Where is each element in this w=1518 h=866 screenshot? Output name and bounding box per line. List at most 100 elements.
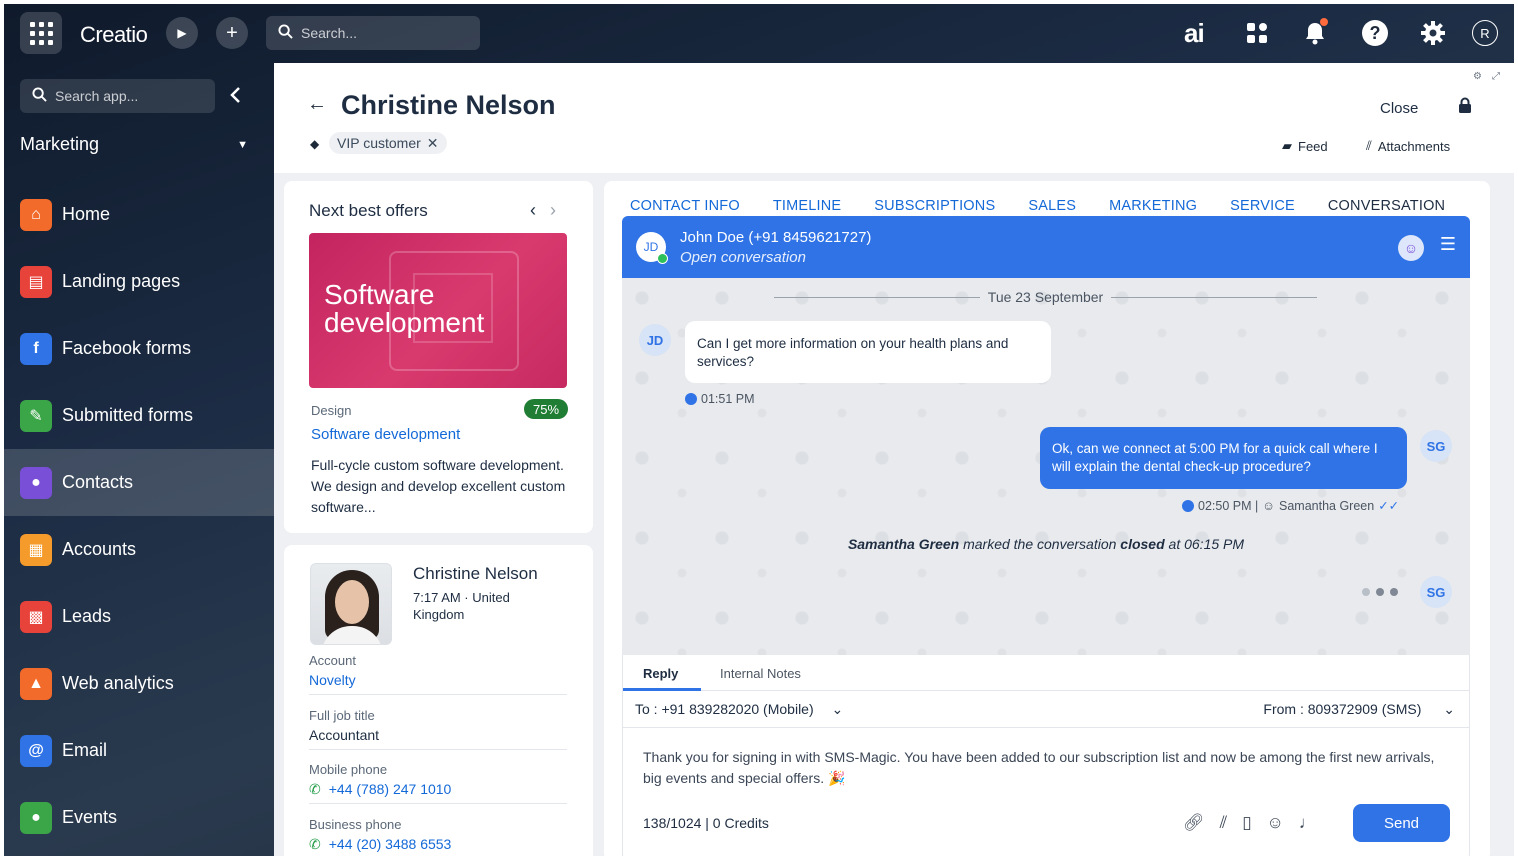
- next-best-offers-card: Next best offers ‹ › Software developmen…: [284, 181, 593, 533]
- sidebar-item-landing-pages[interactable]: ▤ Landing pages: [4, 248, 274, 315]
- link-icon[interactable]: 🔗︎: [1183, 813, 1205, 833]
- offer-link[interactable]: Software development: [311, 426, 460, 443]
- emoji-icon[interactable]: ☺: [1267, 813, 1284, 833]
- phone-number: +44 (20) 3488 6553: [328, 836, 452, 852]
- record-page: ← Christine Nelson ◆ VIP customer ✕ ⚙ ⤢ …: [274, 63, 1514, 856]
- tab-conversation[interactable]: CONVERSATION: [1328, 198, 1445, 214]
- sidebar-item-email[interactable]: @ Email: [4, 717, 274, 784]
- tag-chip[interactable]: VIP customer ✕: [329, 132, 447, 154]
- outgoing-message-meta: 02:50 PM | ☺ Samantha Green ✓✓: [1182, 498, 1399, 513]
- help-icon: ?: [1362, 20, 1388, 46]
- tab-subscriptions[interactable]: SUBSCRIPTIONS: [874, 198, 995, 214]
- help-button[interactable]: ?: [1362, 18, 1388, 48]
- field-label: Mobile phone: [309, 762, 388, 777]
- sidebar-item-contacts[interactable]: ● Contacts: [4, 449, 274, 516]
- apps-icon[interactable]: [1246, 18, 1268, 48]
- date-separator: Tue 23 September: [774, 289, 1318, 305]
- message-composer: Thank you for signing in with SMS-Magic.…: [622, 728, 1470, 856]
- app-search-input[interactable]: Search app...: [20, 79, 215, 113]
- sidebar-item-home[interactable]: ⌂ Home: [4, 181, 274, 248]
- feed-icon: ▰: [1282, 138, 1292, 153]
- business-phone-link[interactable]: ✆ +44 (20) 3488 6553: [309, 836, 567, 853]
- app-window: Creatio ▶ + Search... ai ? R Search app.…: [4, 4, 1514, 856]
- facebook-icon: f: [20, 332, 52, 365]
- user-profile-button[interactable]: R: [1472, 18, 1498, 48]
- add-button[interactable]: +: [216, 17, 248, 49]
- send-button[interactable]: Send: [1353, 804, 1450, 842]
- bot-icon[interactable]: ☺: [1398, 235, 1424, 261]
- date-label: Tue 23 September: [987, 289, 1104, 305]
- remove-tag-close-icon[interactable]: ✕: [427, 135, 439, 152]
- agent-avatar: SG: [1420, 430, 1452, 462]
- sidebar-item-label: Web analytics: [62, 673, 174, 693]
- attachments-button[interactable]: ⫽ Attachments: [1366, 138, 1450, 154]
- system-message: Samantha Green marked the conversation c…: [622, 536, 1470, 552]
- contact-photo[interactable]: [310, 563, 392, 645]
- lock-icon[interactable]: [1458, 97, 1472, 118]
- app-launcher-button[interactable]: [20, 12, 62, 54]
- tab-service[interactable]: SERVICE: [1230, 198, 1295, 214]
- grid-icon: [29, 21, 53, 45]
- expand-icon[interactable]: ⤢: [1492, 71, 1500, 82]
- sidebar-item-submitted-forms[interactable]: ✎ Submitted forms: [4, 382, 274, 449]
- double-check-icon: ✓✓: [1378, 499, 1400, 513]
- message-input[interactable]: Thank you for signing in with SMS-Magic.…: [643, 747, 1443, 789]
- from-sender-select[interactable]: From : 809372909 (SMS) ⌄: [1263, 701, 1455, 718]
- address-row: To : +91 839282020 (Mobile) ⌄ From : 809…: [622, 691, 1470, 728]
- paperclip-icon[interactable]: ⫽: [1220, 813, 1228, 833]
- tab-internal-notes[interactable]: Internal Notes: [720, 666, 801, 681]
- back-arrow-icon[interactable]: ←: [307, 93, 327, 116]
- sidebar-item-events[interactable]: ● Events: [4, 784, 274, 851]
- ai-assistant-button[interactable]: ai: [1184, 18, 1205, 48]
- reply-tabs: Reply Internal Notes: [622, 655, 1470, 691]
- tab-contact-info[interactable]: CONTACT INFO: [630, 198, 740, 214]
- global-search-input[interactable]: Search...: [266, 16, 480, 50]
- phone-icon: ✆: [309, 836, 321, 852]
- to-recipient-select[interactable]: To : +91 839282020 (Mobile) ⌄: [635, 701, 843, 718]
- sidebar-item-accounts[interactable]: ▦ Accounts: [4, 516, 274, 583]
- offers-title: Next best offers: [309, 201, 428, 220]
- microphone-icon[interactable]: ♩: [1299, 813, 1316, 833]
- tab-marketing[interactable]: MARKETING: [1109, 198, 1197, 214]
- notifications-bell-icon[interactable]: [1304, 18, 1328, 48]
- sidebar-item-label: Accounts: [62, 539, 137, 559]
- outgoing-message-bubble: Ok, can we connect at 5:00 PM for a quic…: [1040, 427, 1407, 489]
- search-icon: [278, 24, 293, 42]
- run-process-button[interactable]: ▶: [166, 17, 198, 49]
- record-tabs-panel: CONTACT INFO TIMELINE SUBSCRIPTIONS SALE…: [604, 181, 1490, 856]
- chevron-right-icon[interactable]: ›: [550, 200, 556, 221]
- offer-score-badge: 75%: [524, 399, 569, 419]
- sidebar-item-label: Email: [62, 740, 108, 760]
- close-button[interactable]: Close: [1380, 100, 1418, 117]
- mobile-phone-link[interactable]: ✆ +44 (788) 247 1010: [309, 781, 567, 798]
- sidebar-item-web-analytics[interactable]: ▲ Web analytics: [4, 650, 274, 717]
- composer-tools: 🔗︎ ⫽ ▯ ☺ ♩: [1183, 813, 1316, 833]
- sidebar-nav: ⌂ Home ▤ Landing pages f Facebook forms …: [4, 181, 274, 851]
- tab-timeline[interactable]: TIMELINE: [773, 198, 841, 214]
- conversation-status: Open conversation: [680, 249, 806, 266]
- whatsapp-icon: [657, 253, 668, 264]
- collapse-sidebar-chevron-left-icon[interactable]: [228, 84, 242, 110]
- sidebar-item-label: Submitted forms: [62, 405, 194, 425]
- offer-image[interactable]: Software development: [309, 233, 567, 388]
- tab-sales[interactable]: SALES: [1028, 198, 1076, 214]
- outgoing-time: 02:50 PM |: [1198, 498, 1259, 513]
- settings-gear-icon[interactable]: [1420, 18, 1446, 48]
- sidebar-item-facebook-forms[interactable]: f Facebook forms: [4, 315, 274, 382]
- offers-pager: ‹ ›: [530, 200, 556, 221]
- leads-icon: ▩: [20, 600, 52, 633]
- system-text: marked the conversation: [959, 536, 1121, 552]
- account-link[interactable]: Novelty: [309, 672, 567, 688]
- sidebar-item-leads[interactable]: ▩ Leads: [4, 583, 274, 650]
- list-menu-icon[interactable]: ☰: [1440, 234, 1456, 255]
- field-label: Full job title: [309, 708, 375, 723]
- chevron-left-icon[interactable]: ‹: [530, 200, 536, 221]
- feed-button[interactable]: ▰ Feed: [1282, 138, 1328, 154]
- workspace-selector[interactable]: Marketing ▼: [20, 134, 248, 155]
- field-label: Account: [309, 653, 356, 668]
- tab-reply[interactable]: Reply: [643, 666, 678, 681]
- app-search-placeholder: Search app...: [55, 88, 139, 104]
- document-icon[interactable]: ▯: [1242, 813, 1251, 833]
- gear-icon[interactable]: ⚙: [1473, 71, 1482, 82]
- chat-thread[interactable]: Tue 23 September JD Can I get more infor…: [622, 278, 1470, 655]
